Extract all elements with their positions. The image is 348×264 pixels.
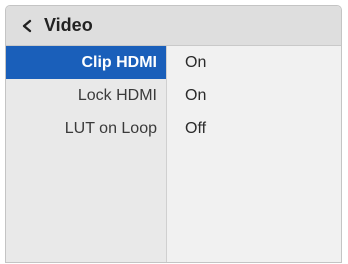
setting-value-lock-hdmi[interactable]: On xyxy=(167,79,341,112)
header-bar: Video xyxy=(6,6,341,46)
setting-item-lock-hdmi[interactable]: Lock HDMI xyxy=(6,79,166,112)
setting-item-clip-hdmi[interactable]: Clip HDMI xyxy=(6,46,166,79)
chevron-left-icon xyxy=(20,19,34,33)
settings-label-list: Clip HDMI Lock HDMI LUT on Loop xyxy=(6,46,167,262)
setting-item-lut-on-loop[interactable]: LUT on Loop xyxy=(6,112,166,145)
back-button[interactable]: Video xyxy=(6,6,101,45)
settings-window: Video Clip HDMI Lock HDMI LUT on Loop On… xyxy=(5,5,342,263)
settings-value-list: On On Off xyxy=(167,46,341,262)
setting-value-clip-hdmi[interactable]: On xyxy=(167,46,341,79)
setting-value-lut-on-loop[interactable]: Off xyxy=(167,112,341,145)
page-title: Video xyxy=(44,15,93,35)
